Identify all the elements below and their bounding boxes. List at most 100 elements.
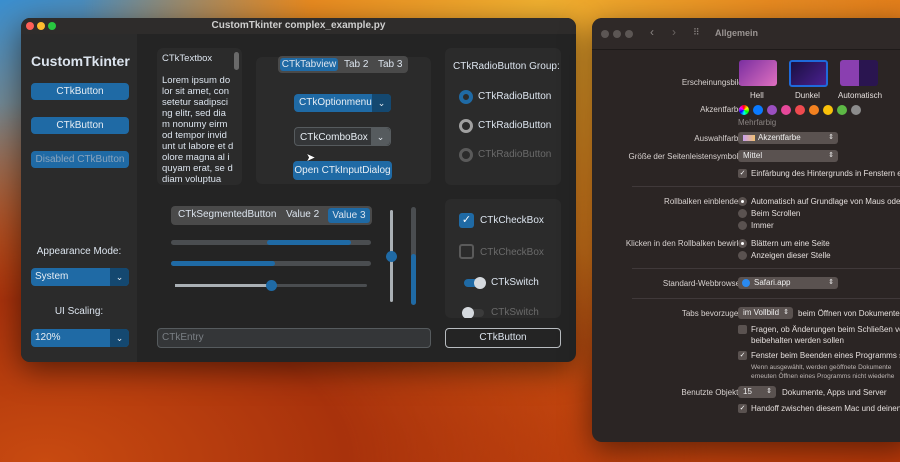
segment-2[interactable]: Value 2	[286, 209, 319, 220]
zoom-window-button[interactable]	[625, 30, 633, 38]
tab-ctktabview[interactable]: CTkTabview	[280, 58, 338, 71]
close-window-button[interactable]	[601, 30, 609, 38]
handoff-label: Handoff zwischen diesem Mac und deinen	[751, 404, 900, 413]
slider-thumb[interactable]	[266, 280, 277, 291]
close-note-1: Wenn ausgewählt, werden geöffnete Dokume…	[751, 364, 892, 371]
scroll-option-scrolling[interactable]: Beim Scrollen	[738, 209, 801, 219]
tabs-popup[interactable]: im Vollbild ⇕	[738, 307, 793, 319]
chevron-down-icon: ⌄	[372, 94, 391, 112]
close-windows-checkbox[interactable]: ✓ Fenster beim Beenden eines Programms sc	[738, 351, 900, 361]
vertical-slider[interactable]	[386, 210, 397, 302]
zoom-window-button[interactable]	[48, 22, 56, 30]
switch-label-1: CTkSwitch	[491, 277, 539, 288]
progress-bar-2	[171, 261, 371, 266]
vertical-progress-fill	[411, 254, 416, 305]
mouse-cursor-icon: ➤	[306, 152, 316, 164]
ui-scaling-menu[interactable]: 120% ⌄	[31, 329, 129, 347]
recent-suffix: Dokumente, Apps und Server	[782, 388, 887, 397]
appearance-dark-thumb[interactable]	[789, 60, 828, 87]
accent-swatch[interactable]	[809, 105, 819, 115]
updown-icon: ⇕	[828, 152, 834, 159]
switch-2[interactable]	[462, 307, 484, 318]
grid-icon[interactable]: ⠿	[693, 27, 700, 38]
checkmark-icon: ✓	[738, 404, 747, 414]
scroll-option-always[interactable]: Immer	[738, 221, 774, 231]
browser-value: Safari.app	[754, 278, 791, 287]
checkbox-1-checked[interactable]: ✓	[459, 213, 474, 228]
segment-3-selected[interactable]: Value 3	[328, 208, 370, 223]
settings-toolbar: ‹ › ⠿ Allgemein	[592, 18, 900, 50]
scroll-option-label: Automatisch auf Grundlage von Maus oder	[751, 197, 900, 206]
appearance-label: Erscheinungsbild:	[681, 78, 745, 87]
tabview-tabs: CTkTabview Tab 2 Tab 3	[278, 56, 408, 73]
accent-swatch[interactable]	[781, 105, 791, 115]
click-option-page[interactable]: Blättern um eine Seite	[738, 239, 830, 249]
tint-checkbox[interactable]: ✓ Einfärbung des Hintergrunds in Fenstern…	[738, 169, 900, 179]
highlight-popup[interactable]: Akzentfarbe ⇕	[738, 132, 838, 144]
disabled-button: Disabled CTkButton	[31, 151, 129, 168]
accent-swatch[interactable]	[795, 105, 805, 115]
close-window-button[interactable]	[26, 22, 34, 30]
radio-label-3: CTkRadioButton	[478, 149, 552, 160]
minimize-window-button[interactable]	[613, 30, 621, 38]
textbox[interactable]: CTkTextbox Lorem ipsum do lor sit amet, c…	[157, 48, 242, 185]
back-icon[interactable]: ‹	[650, 25, 654, 39]
accent-swatch[interactable]	[851, 105, 861, 115]
switch-1[interactable]	[464, 277, 486, 289]
sidebar-size-value: Mittel	[743, 151, 763, 160]
entry-input[interactable]: CTkEntry	[157, 328, 431, 348]
accent-swatch[interactable]	[837, 105, 847, 115]
radio-icon	[738, 197, 747, 207]
ask-changes-label-2: beibehalten werden sollen	[751, 336, 844, 345]
browser-popup[interactable]: Safari.app ⇕	[738, 277, 838, 289]
highlight-swatch	[743, 135, 755, 141]
scroll-option-label: Beim Scrollen	[751, 209, 801, 218]
chevron-down-icon: ⌄	[371, 128, 390, 145]
click-option-label: Blättern um eine Seite	[751, 239, 830, 248]
ask-changes-label: Fragen, ob Änderungen beim Schließen vo	[751, 325, 900, 334]
handoff-checkbox[interactable]: ✓ Handoff zwischen diesem Mac und deinen	[738, 404, 900, 414]
click-option-spot[interactable]: Anzeigen dieser Stelle	[738, 251, 831, 261]
progress-bar-1-fill	[267, 240, 351, 245]
slider[interactable]	[175, 280, 367, 291]
checkbox-label-2: CTkCheckBox	[480, 247, 544, 258]
ask-changes-checkbox[interactable]: Fragen, ob Änderungen beim Schließen vo	[738, 325, 900, 335]
combobox-value: CTkComboBox	[300, 132, 368, 143]
segment-1[interactable]: CTkSegmentedButton	[178, 209, 276, 220]
forward-icon[interactable]: ›	[672, 25, 676, 39]
radio-button-2[interactable]	[459, 119, 473, 133]
accent-swatch[interactable]	[823, 105, 833, 115]
appearance-auto-thumb[interactable]	[840, 60, 878, 86]
appearance-light-thumb[interactable]	[739, 60, 777, 86]
minimize-window-button[interactable]	[37, 22, 45, 30]
scroll-option-auto[interactable]: Automatisch auf Grundlage von Maus oder	[738, 197, 900, 207]
checkbox-frame: ✓ CTkCheckBox CTkCheckBox CTkSwitch CTkS…	[445, 199, 561, 318]
sidebar-size-popup[interactable]: Mittel ⇕	[738, 150, 838, 162]
combobox[interactable]: CTkComboBox ⌄	[294, 127, 391, 146]
option-menu-value: CTkOptionmenu	[299, 97, 372, 108]
vertical-slider-thumb[interactable]	[386, 251, 397, 262]
radio-icon	[738, 209, 747, 219]
switch-label-2: CTkSwitch	[491, 307, 539, 318]
recent-items-popup[interactable]: 15 ⇕	[738, 386, 776, 398]
highlight-value: Akzentfarbe	[758, 133, 801, 142]
sidebar-button-1[interactable]: CTkButton	[31, 83, 129, 100]
tab-2[interactable]: Tab 2	[344, 58, 368, 71]
radio-button-3-disabled	[459, 148, 473, 162]
radio-button-1[interactable]	[459, 90, 473, 104]
radio-label-2: CTkRadioButton	[478, 120, 552, 131]
option-menu[interactable]: CTkOptionmenu ⌄	[294, 94, 391, 112]
accent-swatch[interactable]	[767, 105, 777, 115]
scroll-label: Rollbalken einblenden:	[664, 197, 745, 206]
textbox-scrollbar[interactable]	[234, 52, 239, 70]
appearance-mode-menu[interactable]: System ⌄	[31, 268, 129, 286]
tab-3[interactable]: Tab 3	[378, 58, 402, 71]
accent-multicolor[interactable]	[739, 105, 749, 115]
entry-submit-button[interactable]: CTkButton	[445, 328, 561, 348]
sidebar-button-2[interactable]: CTkButton	[31, 117, 129, 134]
textbox-body: Lorem ipsum do lor sit amet, con setetur…	[162, 75, 234, 185]
accent-swatch[interactable]	[753, 105, 763, 115]
updown-icon: ⇕	[828, 134, 834, 141]
recent-value: 15	[743, 387, 752, 396]
checkmark-icon: ✓	[738, 169, 747, 179]
